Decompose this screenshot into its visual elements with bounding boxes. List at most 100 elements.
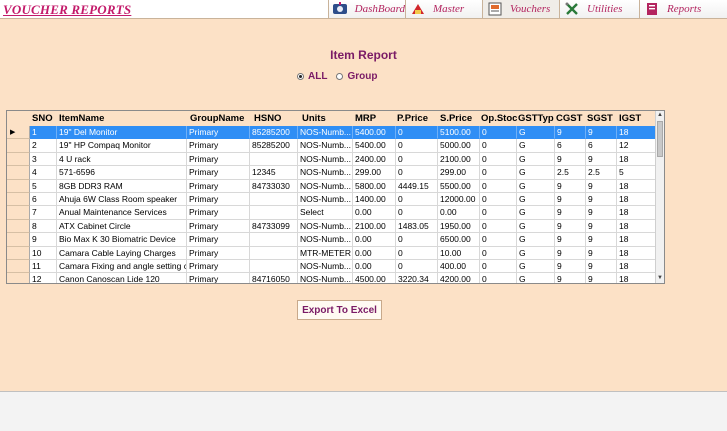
row-selector[interactable] bbox=[7, 233, 30, 247]
row-selector[interactable] bbox=[7, 179, 30, 193]
nav-dashboard[interactable]: DashBoard bbox=[328, 0, 405, 18]
cell-group-name: Primary bbox=[187, 219, 250, 234]
cell-sgst: 2.5 bbox=[586, 166, 617, 180]
cell-hsno: 84733030 bbox=[250, 179, 298, 193]
table-row[interactable]: 4 571-6596 Primary 12345 NOS-Numb... 299.00 0 2… bbox=[7, 166, 657, 180]
cell-group-name: Primary bbox=[187, 273, 250, 283]
cell-group-name: Primary bbox=[187, 260, 250, 274]
cell-igst: 18 bbox=[617, 260, 657, 274]
cell-gst-type: G bbox=[517, 139, 555, 153]
scroll-up-icon[interactable]: ▲ bbox=[656, 111, 664, 120]
filter-all-radio[interactable] bbox=[297, 73, 304, 80]
cell-group-name: Primary bbox=[187, 152, 250, 167]
col-header-group-name[interactable]: GroupName bbox=[190, 113, 250, 124]
nav-utilities[interactable]: Utilities bbox=[559, 0, 639, 18]
col-header-cgst[interactable]: CGST bbox=[556, 113, 586, 124]
cell-sno: 12 bbox=[30, 273, 57, 283]
row-selector[interactable] bbox=[7, 246, 30, 260]
cell-mrp: 299.00 bbox=[353, 166, 396, 180]
cell-s-price: 10.00 bbox=[438, 246, 480, 260]
table-row[interactable]: 10 Camara Cable Laying Charges Primary MTR-… bbox=[7, 246, 657, 260]
cell-cgst: 9 bbox=[555, 206, 586, 220]
cell-mrp: 2100.00 bbox=[353, 219, 396, 234]
cell-p-price: 0 bbox=[396, 193, 438, 207]
cell-sgst: 9 bbox=[586, 193, 617, 207]
row-selector[interactable] bbox=[7, 260, 30, 274]
filter-group-radio[interactable] bbox=[336, 73, 344, 80]
cell-units: NOS-Numb... bbox=[298, 260, 353, 274]
col-header-s-price[interactable]: S.Price bbox=[440, 113, 480, 124]
nav-reports[interactable]: Reports bbox=[639, 0, 727, 18]
col-header-hsno[interactable]: HSNO bbox=[254, 113, 298, 124]
cell-units: NOS-Numb... bbox=[298, 152, 353, 167]
cell-p-price: 0 bbox=[396, 260, 438, 274]
cell-sno: 8 bbox=[30, 219, 57, 234]
cell-gst-type: G bbox=[517, 166, 555, 180]
row-selector[interactable] bbox=[7, 273, 30, 283]
col-header-mrp[interactable]: MRP bbox=[355, 113, 396, 124]
cell-cgst: 9 bbox=[555, 233, 586, 247]
cell-s-price: 5000.00 bbox=[438, 139, 480, 153]
cell-group-name: Primary bbox=[187, 166, 250, 180]
cell-s-price: 400.00 bbox=[438, 260, 480, 274]
cell-sno: 1 bbox=[30, 126, 57, 140]
item-report-grid[interactable]: SNO ItemName GroupName HSNO Units MRP P.Price S… bbox=[6, 110, 665, 284]
table-row[interactable]: 11 Camara Fixing and angle setting ch... P… bbox=[7, 260, 657, 274]
table-row[interactable]: 9 Bio Max K 30 Biomatric Device Primary NOS… bbox=[7, 233, 657, 247]
row-selector[interactable] bbox=[7, 166, 30, 180]
table-row[interactable]: 5 8GB DDR3 RAM Primary 84733030 NOS-Numb... 5… bbox=[7, 179, 657, 193]
cell-sgst: 6 bbox=[586, 139, 617, 153]
col-header-item-name[interactable]: ItemName bbox=[59, 113, 187, 124]
table-row[interactable]: ▶ 1 19" Del Monitor Primary 85285200 NOS-Numb… bbox=[7, 126, 657, 140]
footer-panel bbox=[0, 391, 727, 431]
col-header-op-stock[interactable]: Op.Stoc bbox=[481, 113, 517, 124]
table-row[interactable]: 6 Ahuja 6W Class Room speaker Primary NOS-N… bbox=[7, 193, 657, 207]
nav-master[interactable]: Master bbox=[405, 0, 482, 18]
cell-cgst: 9 bbox=[555, 126, 586, 140]
reports-icon bbox=[643, 1, 661, 17]
grid-corner bbox=[7, 111, 30, 126]
cell-s-price: 4200.00 bbox=[438, 273, 480, 283]
row-selector[interactable] bbox=[7, 152, 30, 167]
table-row[interactable]: 7 Anual Maintenance Services Primary Select… bbox=[7, 206, 657, 220]
cell-item-name: Camara Fixing and angle setting ch... bbox=[57, 260, 187, 274]
filter-group-label[interactable]: Group bbox=[347, 71, 377, 82]
cell-p-price: 4449.15 bbox=[396, 179, 438, 193]
cell-sno: 9 bbox=[30, 233, 57, 247]
table-row[interactable]: 2 19" HP Compaq Monitor Primary 85285200 NOS… bbox=[7, 139, 657, 153]
col-header-p-price[interactable]: P.Price bbox=[397, 113, 438, 124]
grid-vertical-scrollbar[interactable]: ▲ ▼ bbox=[655, 111, 664, 283]
cell-hsno bbox=[250, 206, 298, 220]
cell-op-stock: 0 bbox=[480, 260, 517, 274]
scroll-thumb[interactable] bbox=[657, 121, 663, 157]
table-row[interactable]: 12 Canon Canoscan Lide 120 Primary 84716050… bbox=[7, 273, 657, 283]
cell-p-price: 0 bbox=[396, 139, 438, 153]
filter-all-label[interactable]: ALL bbox=[308, 71, 327, 82]
row-selector[interactable] bbox=[7, 219, 30, 234]
table-row[interactable]: 34 U rack Primary NOS-Numb... 2400.00 0 2100.… bbox=[7, 152, 657, 167]
row-selector[interactable] bbox=[7, 206, 30, 220]
nav-vouchers[interactable]: Vouchers bbox=[482, 0, 559, 18]
col-header-gst-type[interactable]: GSTTyp bbox=[518, 113, 555, 124]
cell-s-price: 299.00 bbox=[438, 166, 480, 180]
row-selector[interactable] bbox=[7, 193, 30, 207]
cell-sgst: 9 bbox=[586, 273, 617, 283]
col-header-sgst[interactable]: SGST bbox=[587, 113, 617, 124]
cell-hsno bbox=[250, 152, 298, 167]
row-selector[interactable]: ▶ bbox=[7, 126, 30, 140]
row-selector[interactable] bbox=[7, 139, 30, 153]
cell-item-name: 571-6596 bbox=[57, 166, 187, 180]
export-to-excel-button[interactable]: Export To Excel bbox=[297, 300, 382, 320]
cell-units: Select bbox=[298, 206, 353, 220]
scroll-down-icon[interactable]: ▼ bbox=[656, 274, 664, 283]
col-header-units[interactable]: Units bbox=[302, 113, 353, 124]
col-header-igst[interactable]: IGST bbox=[619, 113, 657, 124]
cell-op-stock: 0 bbox=[480, 179, 517, 193]
col-header-sno[interactable]: SNO bbox=[32, 113, 57, 124]
cell-item-name: 8GB DDR3 RAM bbox=[57, 179, 187, 193]
cell-p-price: 0 bbox=[396, 126, 438, 140]
cell-mrp: 2400.00 bbox=[353, 152, 396, 167]
cell-item-name: 19" HP Compaq Monitor bbox=[57, 139, 187, 153]
nav-utilities-label: Utilities bbox=[587, 3, 623, 15]
table-row[interactable]: 8 ATX Cabinet Circle Primary 84733099 NOS-Nu… bbox=[7, 219, 657, 234]
